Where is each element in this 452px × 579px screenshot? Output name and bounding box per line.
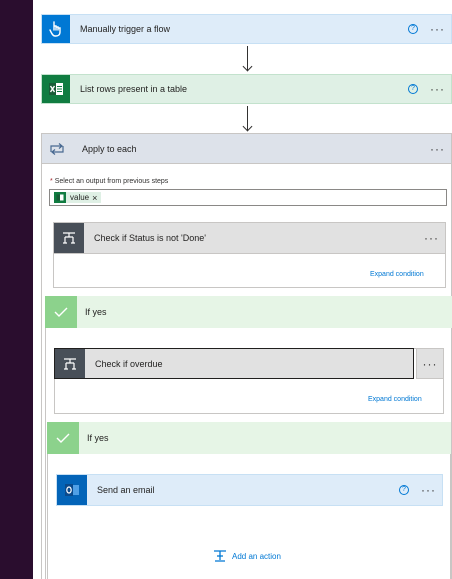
list-rows-card[interactable]: List rows present in a table ? ···	[41, 74, 452, 104]
more-options-icon[interactable]: ···	[424, 232, 439, 244]
condition-2-more-button[interactable]: ···	[416, 348, 444, 379]
if-yes-1-header[interactable]: If yes	[45, 296, 452, 328]
add-action-label: Add an action	[232, 551, 281, 561]
condition-1-header[interactable]: Check if Status is not 'Done' ···	[53, 222, 446, 254]
help-icon[interactable]: ?	[399, 485, 409, 495]
value-token[interactable]: value ×	[54, 192, 102, 203]
arrow-head-icon	[242, 61, 253, 72]
if-yes-2-header[interactable]: If yes	[47, 422, 451, 454]
loop-icon	[42, 134, 72, 163]
send-email-title: Send an email	[97, 485, 155, 495]
condition-icon	[54, 223, 84, 253]
help-icon[interactable]: ?	[408, 84, 418, 94]
arrow-head-icon	[242, 121, 253, 132]
touch-hand-icon	[42, 15, 70, 43]
if-yes-1-label: If yes	[85, 307, 107, 317]
expand-condition-link[interactable]: Expand condition	[368, 396, 422, 403]
flow-canvas: Manually trigger a flow ? ··· List rows …	[33, 0, 452, 579]
required-mark: *	[50, 178, 53, 185]
checkmark-icon	[47, 422, 79, 454]
trigger-card[interactable]: Manually trigger a flow ? ···	[41, 14, 452, 44]
select-output-text: Select an output from previous steps	[54, 178, 169, 185]
excel-icon	[42, 75, 70, 103]
checkmark-icon	[45, 296, 77, 328]
outlook-icon	[57, 475, 87, 505]
help-icon[interactable]: ?	[408, 24, 418, 34]
condition-icon	[55, 349, 85, 378]
list-rows-title: List rows present in a table	[80, 84, 188, 94]
add-action-button[interactable]: Add an action	[213, 550, 281, 562]
expand-condition-link[interactable]: Expand condition	[370, 271, 424, 278]
condition-2-title: Check if overdue	[95, 358, 163, 369]
more-options-icon[interactable]: ···	[430, 83, 445, 95]
add-action-icon	[213, 550, 227, 562]
more-options-icon[interactable]: ···	[430, 23, 445, 35]
more-options-icon[interactable]: ···	[423, 358, 438, 370]
if-yes-2-label: If yes	[87, 433, 109, 443]
excel-icon	[54, 192, 66, 203]
condition-1-title: Check if Status is not 'Done'	[94, 233, 206, 243]
trigger-title: Manually trigger a flow	[80, 24, 171, 34]
more-options-icon[interactable]: ···	[421, 484, 436, 496]
select-output-field[interactable]: value ×	[49, 189, 447, 206]
apply-to-each-header[interactable]: Apply to each ···	[41, 133, 452, 164]
condition-2-header[interactable]: Check if overdue	[54, 348, 414, 379]
more-options-icon[interactable]: ···	[430, 143, 445, 155]
send-email-card[interactable]: Send an email ? ···	[56, 474, 443, 506]
apply-to-each-title: Apply to each	[82, 143, 137, 154]
token-remove-icon[interactable]: ×	[92, 193, 97, 203]
value-token-label: value	[70, 193, 90, 202]
select-output-label: * Select an output from previous steps	[50, 178, 168, 185]
